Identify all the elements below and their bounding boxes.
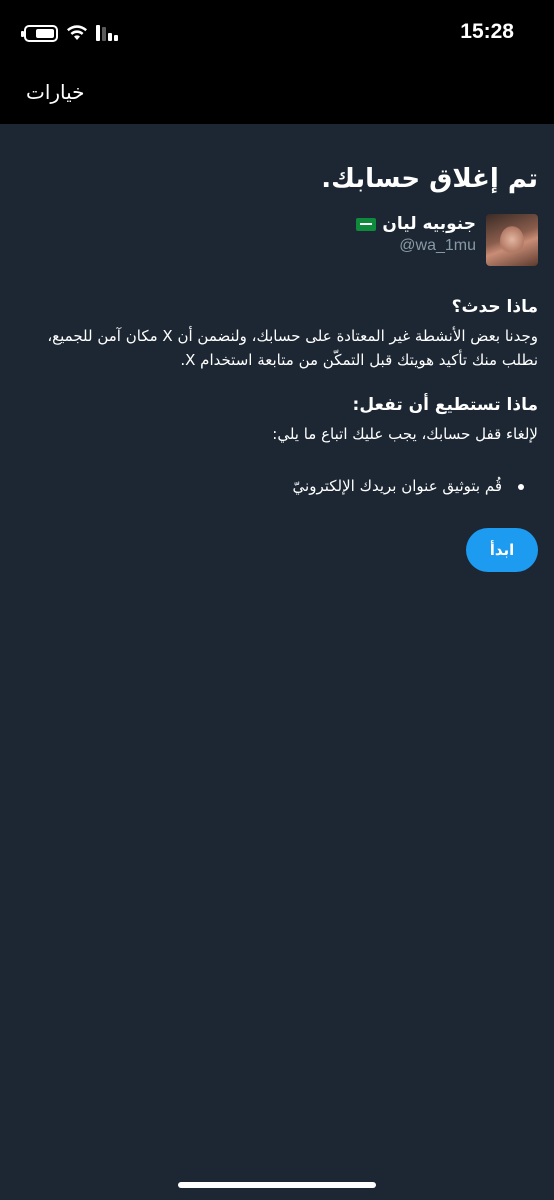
what-happened-heading: ماذا حدث؟ [451, 297, 538, 317]
start-button[interactable]: ابدأ [466, 528, 538, 572]
options-button[interactable]: خيارات [26, 80, 85, 104]
cellular-signal-icon [96, 25, 118, 41]
steps-list: قُم بتوثيق عنوان بريدك الإلكترونيّ [16, 474, 538, 498]
what-you-can-do-heading: ماذا تستطيع أن تفعل: [352, 395, 538, 415]
display-name-row: جنوبيه ليان [356, 214, 476, 234]
saudi-flag-icon [356, 217, 377, 231]
what-you-can-do-body: لإلغاء قفل حسابك، يجب عليك اتباع ما يلي: [272, 425, 538, 443]
wifi-icon [67, 25, 87, 40]
status-icons [21, 24, 118, 42]
account-handle: @wa_1mu [399, 237, 476, 254]
status-bar: 15:28 [0, 0, 554, 64]
nav-bar: خيارات [0, 64, 554, 124]
list-item: قُم بتوثيق عنوان بريدك الإلكترونيّ [16, 474, 524, 498]
locked-account-content: تم إغلاق حسابك. جنوبيه ليان @wa_1mu ماذا… [0, 124, 554, 572]
display-name: جنوبيه ليان [382, 214, 476, 234]
account-names: جنوبيه ليان @wa_1mu [356, 214, 476, 255]
avatar [486, 214, 538, 266]
page-title: تم إغلاق حسابك. [321, 164, 538, 194]
status-time: 15:28 [460, 20, 514, 43]
home-indicator[interactable] [178, 1182, 376, 1188]
what-happened-body: وجدنا بعض الأنشطة غير المعتادة على حسابك… [47, 327, 538, 369]
account-summary: جنوبيه ليان @wa_1mu [16, 214, 538, 266]
battery-icon [21, 24, 58, 42]
